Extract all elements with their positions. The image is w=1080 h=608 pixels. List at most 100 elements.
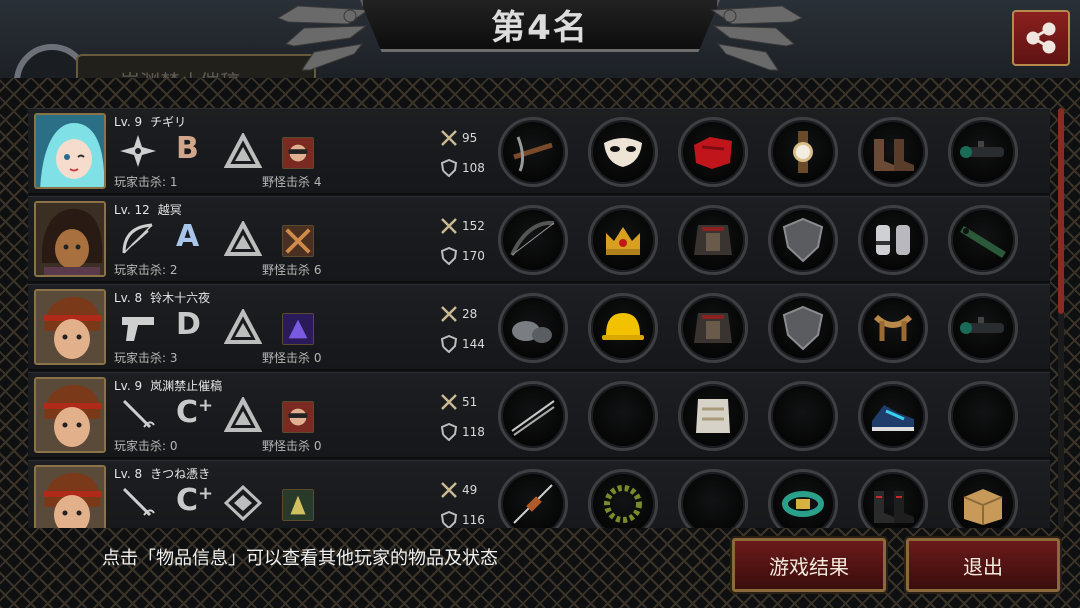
item-slot[interactable] bbox=[768, 117, 838, 187]
item-slot[interactable] bbox=[498, 469, 568, 530]
scrollbar-thumb[interactable] bbox=[1058, 108, 1064, 314]
item-slot[interactable] bbox=[948, 293, 1018, 363]
scope-icon bbox=[960, 317, 1004, 334]
wristwatch-icon bbox=[793, 131, 813, 173]
level-name: Lv. 12 越冥 bbox=[114, 201, 182, 218]
player-level: Lv. 8 bbox=[114, 291, 143, 305]
empty-item-slot[interactable] bbox=[678, 469, 748, 530]
needles-icon bbox=[511, 400, 555, 436]
game-result-button[interactable]: 游戏结果 bbox=[732, 538, 886, 592]
item-slot[interactable] bbox=[948, 117, 1018, 187]
attack-stat: 95 bbox=[440, 129, 477, 147]
skill-icon[interactable] bbox=[282, 225, 314, 257]
item-slot[interactable] bbox=[678, 205, 748, 275]
defense-stat: 108 bbox=[440, 159, 485, 177]
player-kill-count: 玩家击杀: 2 bbox=[114, 263, 178, 277]
player-row[interactable]: Lv. 9 岚渊禁止催稿 C+ 玩家击杀: 0 野怪击杀 0 51 118 bbox=[28, 372, 1050, 458]
shield-icon bbox=[782, 305, 824, 351]
empty-item-slot[interactable] bbox=[768, 381, 838, 451]
item-slot[interactable] bbox=[498, 117, 568, 187]
crossed-swords-icon bbox=[441, 218, 457, 234]
item-slot[interactable] bbox=[498, 293, 568, 363]
list-scrollbar[interactable] bbox=[1058, 108, 1064, 528]
player-level: Lv. 12 bbox=[114, 203, 150, 217]
item-slot[interactable] bbox=[498, 205, 568, 275]
item-slot[interactable] bbox=[948, 205, 1018, 275]
item-slot[interactable] bbox=[768, 293, 838, 363]
triangle-rank-icon bbox=[224, 133, 262, 168]
player-kill-count: 玩家击杀: 0 bbox=[114, 439, 178, 453]
empty-item-slot[interactable] bbox=[948, 381, 1018, 451]
crossed-swords-icon bbox=[441, 482, 457, 498]
rapier-icon bbox=[122, 399, 155, 429]
item-slot[interactable] bbox=[858, 293, 928, 363]
player-name: チギリ bbox=[150, 115, 187, 129]
player-level: Lv. 9 bbox=[114, 379, 143, 393]
share-button[interactable] bbox=[1012, 10, 1070, 66]
plate-armor-icon bbox=[696, 399, 730, 433]
player-avatar[interactable] bbox=[34, 465, 106, 530]
player-row[interactable]: Lv. 8 きつね憑き C+ 49 116 bbox=[28, 460, 1050, 530]
boots-icon bbox=[874, 491, 914, 523]
player-avatar[interactable] bbox=[34, 289, 106, 365]
red-cloth-icon bbox=[694, 137, 732, 169]
skill-icon[interactable] bbox=[282, 401, 314, 433]
item-slot[interactable] bbox=[588, 117, 658, 187]
attack-stat: 28 bbox=[440, 305, 477, 323]
player-avatar[interactable] bbox=[34, 113, 106, 189]
triangle-rank-icon bbox=[224, 309, 262, 344]
scope-icon bbox=[960, 141, 1004, 158]
item-slot[interactable] bbox=[588, 469, 658, 530]
attack-stat: 51 bbox=[440, 393, 477, 411]
player-level: Lv. 9 bbox=[114, 115, 143, 129]
item-slot[interactable] bbox=[768, 205, 838, 275]
player-row[interactable]: Lv. 8 铃木十六夜 D 玩家击杀: 3 野怪击杀 0 28 144 bbox=[28, 284, 1050, 370]
attack-stat: 49 bbox=[440, 481, 477, 499]
mask-icon bbox=[604, 138, 642, 167]
item-slot[interactable] bbox=[588, 293, 658, 363]
diamond-rank-icon bbox=[224, 485, 262, 521]
rifle-icon bbox=[960, 226, 1006, 258]
revolver-wing-icon bbox=[276, 5, 370, 71]
item-slot[interactable] bbox=[768, 469, 838, 530]
skill-icon[interactable] bbox=[282, 137, 314, 169]
player-list: Lv. 9 チギリ B 玩家击杀: 1 野怪击杀 4 95 108 Lv. 12… bbox=[28, 108, 1050, 530]
pistol-icon bbox=[122, 317, 154, 341]
player-avatar[interactable] bbox=[34, 377, 106, 453]
skill-icon[interactable] bbox=[282, 489, 314, 521]
player-level: Lv. 8 bbox=[114, 467, 143, 481]
defense-stat: 170 bbox=[440, 247, 485, 265]
rapier-icon bbox=[122, 487, 155, 517]
player-row[interactable]: Lv. 9 チギリ B 玩家击杀: 1 野怪击杀 4 95 108 bbox=[28, 108, 1050, 194]
monster-kill-count: 野怪击杀 4 bbox=[262, 175, 322, 189]
stones-icon bbox=[512, 321, 552, 343]
item-slot[interactable] bbox=[498, 381, 568, 451]
player-row[interactable]: Lv. 12 越冥 A 玩家击杀: 2 野怪击杀 6 152 170 bbox=[28, 196, 1050, 282]
player-grade: C+ bbox=[176, 395, 214, 430]
defense-stat: 144 bbox=[440, 335, 485, 353]
monster-kill-count: 野怪击杀 0 bbox=[262, 439, 322, 453]
skill-icon[interactable] bbox=[282, 313, 314, 345]
crossed-swords-icon bbox=[441, 130, 457, 146]
item-slot[interactable] bbox=[678, 381, 748, 451]
exit-button[interactable]: 退出 bbox=[906, 538, 1060, 592]
box-icon bbox=[963, 489, 1003, 525]
item-slot[interactable] bbox=[678, 293, 748, 363]
player-name: 铃木十六夜 bbox=[150, 291, 211, 305]
item-slot[interactable] bbox=[858, 469, 928, 530]
item-slot[interactable] bbox=[948, 469, 1018, 530]
item-slot[interactable] bbox=[678, 117, 748, 187]
player-name: 越冥 bbox=[157, 203, 182, 217]
level-name: Lv. 9 岚渊禁止催稿 bbox=[114, 377, 222, 394]
crown-icon bbox=[606, 227, 640, 255]
defense-stat: 118 bbox=[440, 423, 485, 441]
item-slot[interactable] bbox=[858, 117, 928, 187]
item-slot[interactable] bbox=[858, 205, 928, 275]
empty-item-slot[interactable] bbox=[588, 381, 658, 451]
player-kill-count: 玩家击杀: 1 bbox=[114, 175, 178, 189]
item-slot[interactable] bbox=[588, 205, 658, 275]
item-slot[interactable] bbox=[858, 381, 928, 451]
triangle-rank-icon bbox=[224, 221, 262, 256]
shield-stat-icon bbox=[440, 423, 458, 441]
player-avatar[interactable] bbox=[34, 201, 106, 277]
